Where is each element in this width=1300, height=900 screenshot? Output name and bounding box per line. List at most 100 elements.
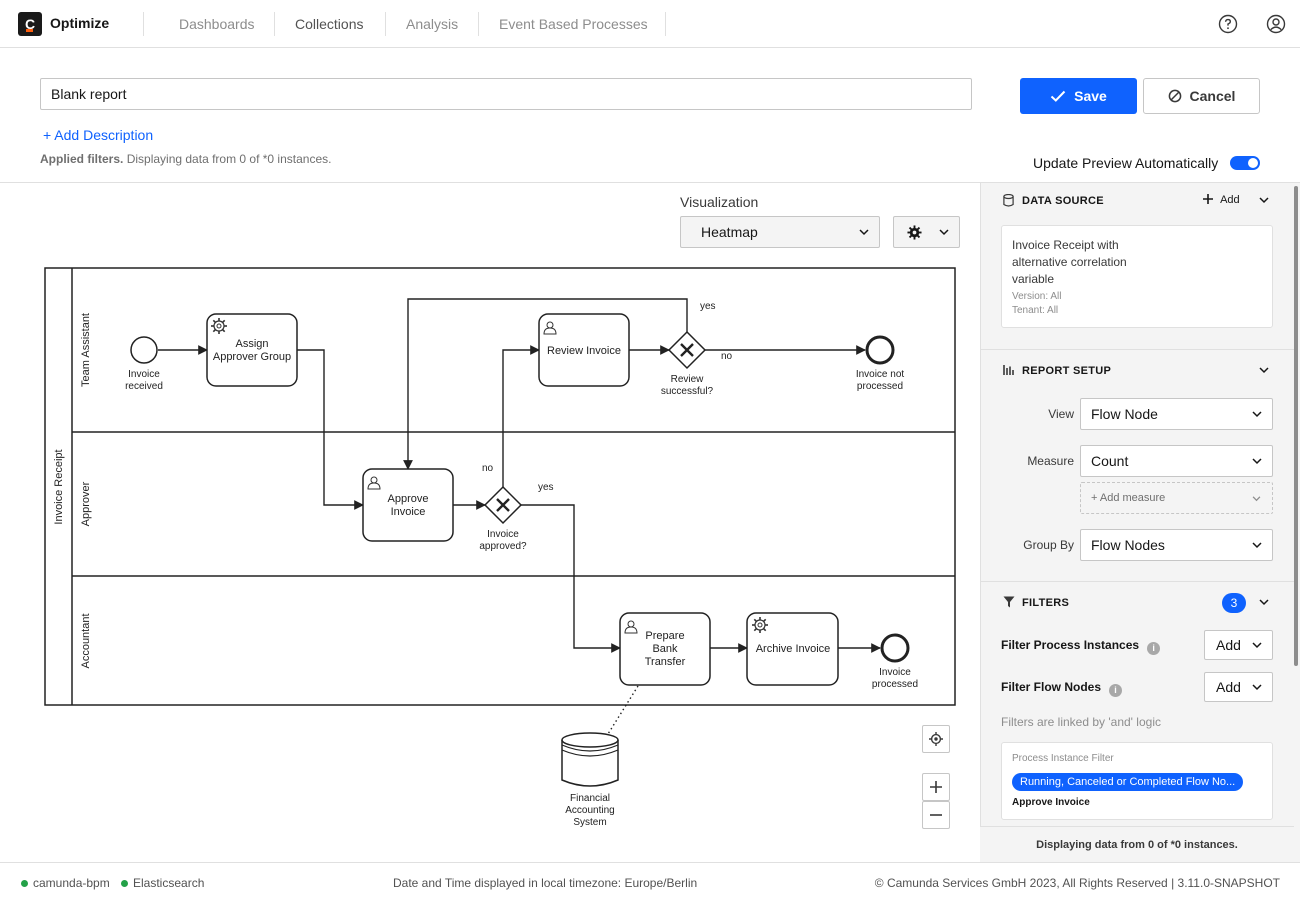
- chevron-down-icon[interactable]: [1259, 197, 1269, 204]
- nav-collections[interactable]: Collections: [295, 16, 363, 32]
- info-icon[interactable]: i: [1109, 684, 1123, 697]
- user-profile-icon[interactable]: [1266, 14, 1286, 34]
- reset-view-button[interactable]: [922, 725, 950, 753]
- section-divider: [980, 349, 1294, 350]
- copyright-version: © Camunda Services GmbH 2023, All Rights…: [874, 876, 1280, 890]
- filters-title: FILTERS: [1022, 597, 1070, 609]
- flow-gateway-no-to-review[interactable]: [502, 345, 540, 487]
- filter-process-instances-label: Filter Process Instances: [1001, 638, 1140, 652]
- data-source-card[interactable]: Invoice Receipt with alternative correla…: [1001, 225, 1273, 328]
- nav-dashboards[interactable]: Dashboards: [179, 16, 255, 32]
- datastore-label-line1: Financial: [570, 793, 610, 804]
- gear-icon: [907, 225, 922, 240]
- view-select[interactable]: Flow Node: [1080, 398, 1273, 430]
- app-brand-name[interactable]: Optimize: [50, 15, 109, 31]
- measure-select[interactable]: Count: [1080, 445, 1273, 477]
- add-data-source-label: Add: [1220, 194, 1240, 206]
- task-label-line2: Invoice: [391, 506, 426, 518]
- zoom-out-button[interactable]: [922, 801, 950, 829]
- help-icon[interactable]: [1218, 14, 1238, 34]
- save-button[interactable]: Save: [1020, 78, 1137, 114]
- report-name-input[interactable]: Blank report: [40, 78, 972, 110]
- lane-label-accountant: Accountant: [80, 613, 92, 668]
- chevron-down-icon: [1252, 542, 1262, 549]
- database-name: Elasticsearch: [133, 876, 205, 890]
- chevron-down-icon[interactable]: [1259, 599, 1269, 606]
- bar-chart-icon: [1003, 365, 1014, 375]
- section-divider: [980, 581, 1294, 582]
- lane-label-team-assistant: Team Assistant: [80, 313, 92, 387]
- group-by-label: Group By: [1023, 538, 1074, 552]
- process-version: Version: All: [1012, 291, 1062, 302]
- end-event-invoice-processed[interactable]: [880, 633, 910, 663]
- nav-separator: [478, 12, 479, 36]
- cancel-button[interactable]: Cancel: [1143, 78, 1260, 114]
- add-flow-node-filter-dropdown[interactable]: Add: [1204, 672, 1273, 702]
- add-measure-select[interactable]: + Add measure: [1080, 482, 1273, 514]
- end-event-label-line2: processed: [872, 679, 918, 690]
- plus-icon: [1203, 194, 1213, 204]
- task-label-line3: Transfer: [645, 656, 686, 668]
- toggle-knob: [1248, 158, 1258, 168]
- applied-filters-label: Applied filters.: [40, 152, 124, 166]
- chevron-down-icon: [1252, 642, 1262, 649]
- end-event-label-line2: processed: [857, 381, 903, 392]
- task-label-line2: Bank: [652, 643, 678, 655]
- filter-flow-nodes-row: Filter Flow Nodes i: [1001, 680, 1123, 697]
- datastore-financial-accounting[interactable]: [561, 732, 619, 787]
- visualization-settings-button[interactable]: [893, 216, 960, 248]
- filter-flow-nodes-label: Filter Flow Nodes: [1001, 680, 1102, 694]
- panel-instance-count: Displaying data from 0 of *0 instances.: [980, 826, 1294, 862]
- flow-assign-to-approve[interactable]: [297, 349, 364, 510]
- filter-logic-note: Filters are linked by 'and' logic: [1001, 715, 1161, 729]
- chevron-down-icon: [859, 229, 869, 236]
- filter-count-badge: 3: [1222, 593, 1246, 613]
- engine-name: camunda-bpm: [33, 876, 110, 890]
- task-label: Archive Invoice: [756, 643, 831, 655]
- zoom-in-button[interactable]: [922, 773, 950, 801]
- start-event-invoice-received[interactable]: [130, 336, 158, 364]
- info-icon[interactable]: i: [1147, 642, 1161, 655]
- applied-filters-text: Displaying data from 0 of *0 instances.: [126, 152, 332, 166]
- nav-analysis[interactable]: Analysis: [406, 16, 458, 32]
- visualization-label: Visualization: [680, 194, 759, 210]
- datastore-label-line3: System: [573, 817, 606, 828]
- panel-scrollbar[interactable]: [1294, 186, 1298, 666]
- task-label-line1: Approve: [388, 493, 429, 505]
- group-by-select[interactable]: Flow Nodes: [1080, 529, 1273, 561]
- applied-filters-summary: Applied filters. Displaying data from 0 …: [40, 152, 331, 166]
- datastore-label-line2: Accounting: [565, 805, 614, 816]
- timezone-note: Date and Time displayed in local timezon…: [393, 876, 698, 890]
- end-event-label-line1: Invoice not: [856, 369, 905, 380]
- task-label-line1: Assign: [235, 338, 268, 350]
- report-setup-title: REPORT SETUP: [1022, 365, 1112, 377]
- flow-label-no: no: [721, 351, 733, 362]
- task-label: Review Invoice: [547, 345, 621, 357]
- bpmn-diagram[interactable]: Invoice Receipt Team Assistant Approver …: [40, 262, 960, 834]
- nav-event-based-processes[interactable]: Event Based Processes: [499, 16, 648, 32]
- process-name-line: alternative correlation: [1012, 255, 1127, 269]
- chevron-down-icon: [1252, 458, 1262, 465]
- end-event-invoice-not-processed[interactable]: [865, 335, 895, 365]
- visualization-select[interactable]: Heatmap: [680, 216, 880, 248]
- engine-status: camunda-bpm: [21, 876, 110, 890]
- crosshair-icon: [929, 732, 943, 746]
- process-definition-name: Invoice Receipt with alternative correla…: [1012, 237, 1162, 288]
- chevron-down-icon: [1252, 684, 1262, 691]
- add-data-source-button[interactable]: Add: [1203, 194, 1240, 206]
- page-footer: camunda-bpm Elasticsearch Date and Time …: [0, 862, 1300, 900]
- add-filter-label: Add: [1216, 637, 1241, 653]
- flow-label-no: no: [482, 463, 494, 474]
- process-tenant: Tenant: All: [1012, 305, 1059, 316]
- plus-icon: [930, 781, 942, 793]
- add-description-link[interactable]: + Add Description: [43, 127, 153, 143]
- filter-state-tag[interactable]: Running, Canceled or Completed Flow No..…: [1012, 773, 1243, 791]
- update-preview-toggle[interactable]: [1230, 156, 1260, 170]
- camunda-logo[interactable]: C: [18, 12, 42, 36]
- process-instance-filter-card[interactable]: Process Instance Filter Running, Cancele…: [1001, 742, 1273, 820]
- measure-selected-value: Count: [1091, 453, 1129, 469]
- filter-flow-node-name: Approve Invoice: [1012, 797, 1090, 808]
- add-process-instance-filter-dropdown[interactable]: Add: [1204, 630, 1273, 660]
- chevron-down-icon[interactable]: [1259, 367, 1269, 374]
- logo-accent-bar: [26, 29, 33, 32]
